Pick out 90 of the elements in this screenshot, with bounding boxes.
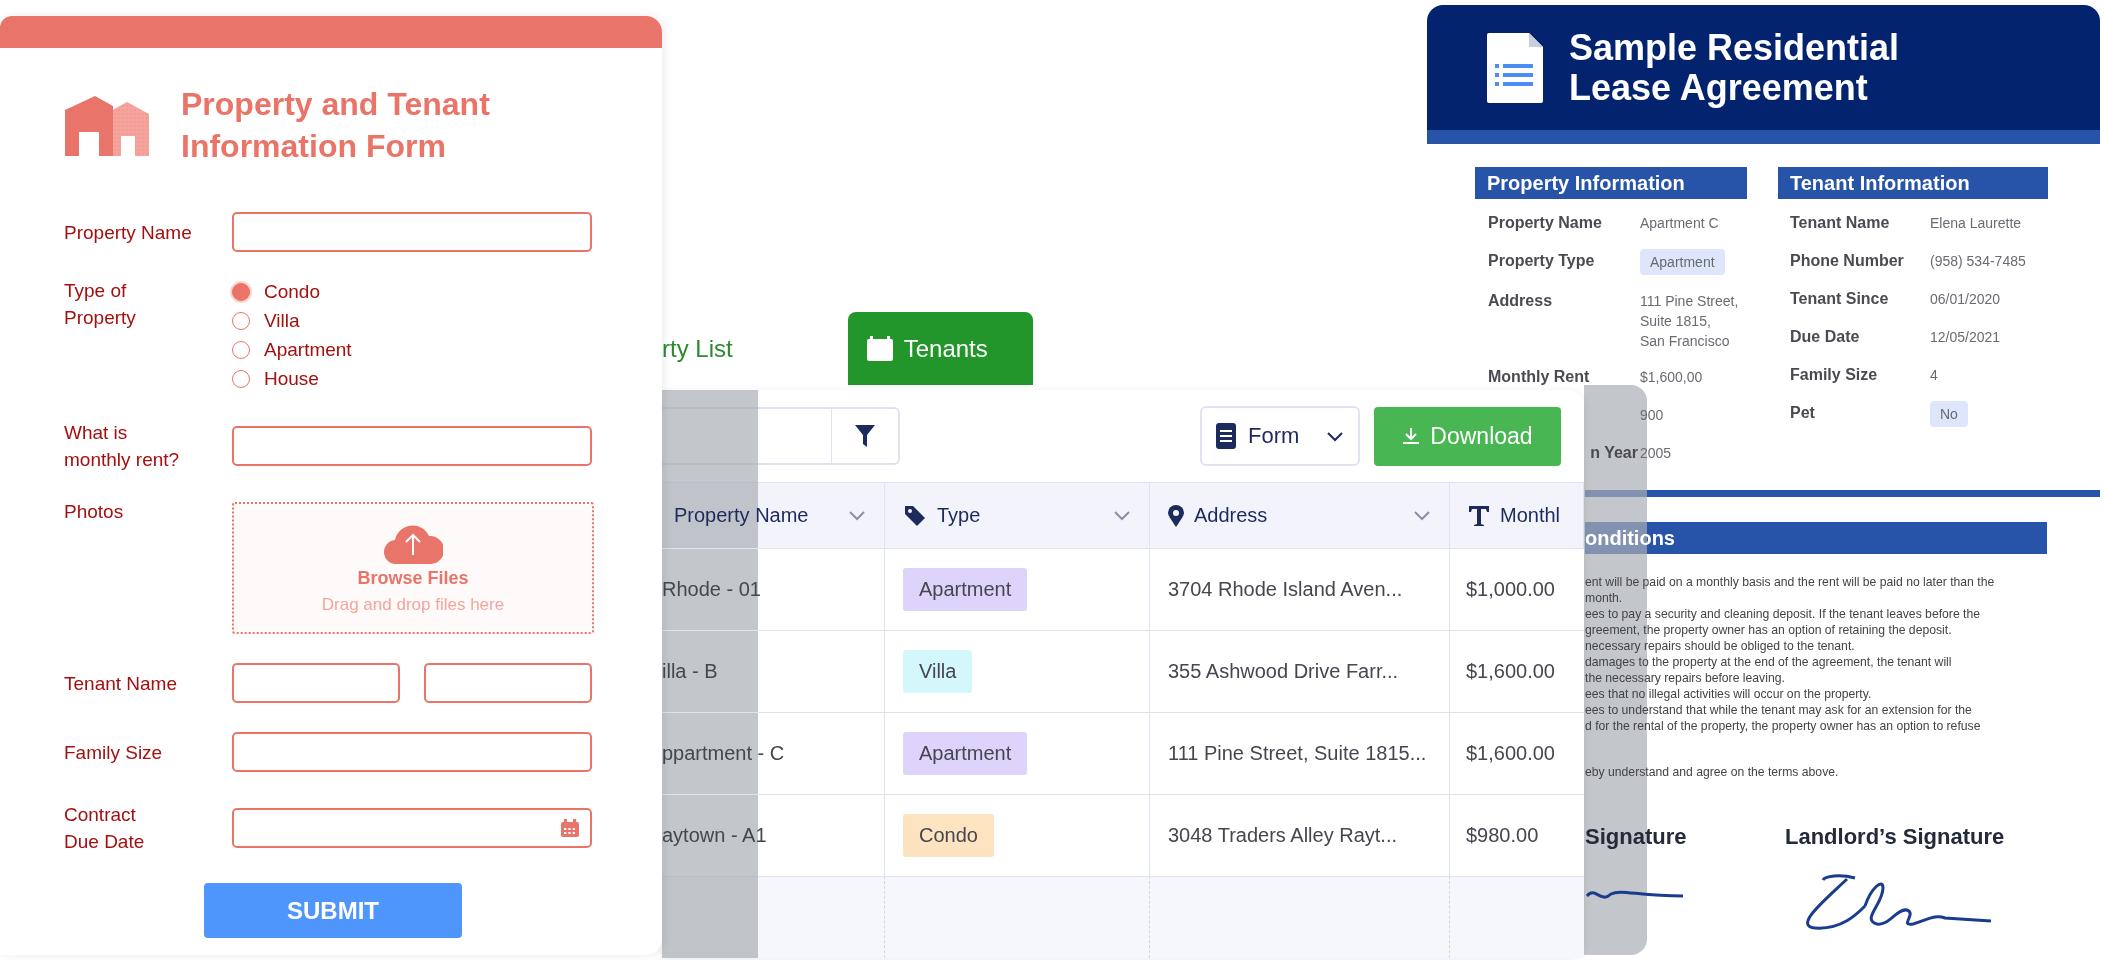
signature-label: Signature (1585, 824, 1688, 850)
chevron-down-icon (1326, 430, 1344, 442)
terms-line: ees to pay a security and cleaning deposit. If the tenant leaves before the (1585, 606, 1981, 622)
table-cell: 111 Pine Street, Suite 1815... (1150, 712, 1450, 794)
type-tag: Apartment (903, 568, 1028, 611)
radio-button[interactable] (232, 312, 250, 330)
input-field[interactable] (424, 663, 592, 703)
document-icon (1216, 423, 1236, 449)
radio-option[interactable]: Apartment (232, 339, 352, 361)
field-label: Address (1488, 292, 1553, 309)
terms-line: the necessary repairs before leaving. (1585, 670, 1786, 686)
document-icon (1487, 32, 1543, 103)
field-label: Family Size (64, 740, 164, 765)
terms-line: d for the rental of the property, the property owner has an option to refuse (1585, 718, 1982, 734)
terms-line: damages to the property at the end of the agreement, the tenant will (1585, 654, 1953, 670)
tab[interactable]: Tenants (847, 312, 1033, 385)
signature-label: Landlord’s Signature (1785, 824, 2005, 850)
column-header[interactable]: Type (885, 482, 1150, 548)
field-value: 06/01/2020 (1930, 290, 2001, 309)
drop-hint: Drag and drop files here (321, 594, 505, 615)
input-field[interactable] (232, 663, 400, 703)
type-tag: Apartment (903, 732, 1028, 775)
tag-icon (903, 503, 927, 528)
table-cell: 3704 Rhode Island Aven... (1150, 548, 1450, 630)
calendar-icon (560, 818, 580, 838)
field-label: Phone Number (1790, 252, 1904, 269)
terms-line: necessary repairs should be obliged to the tenant. (1585, 638, 1856, 654)
radio-button[interactable] (232, 283, 250, 301)
field-value: Elena Laurette (1930, 214, 2022, 233)
house-icon (65, 96, 149, 156)
filter-icon (854, 424, 876, 448)
field-label: Due Date (1790, 328, 1860, 345)
table-cell: $1,000.00 (1450, 548, 1584, 630)
column-header[interactable]: Address (1150, 482, 1450, 548)
field-label: Type of Property (64, 279, 137, 330)
form-title: Property and Tenant Information Form (181, 85, 490, 166)
terms-line: ent will be paid on a monthly basis and the rent will be paid no later than the (1585, 574, 1996, 590)
view-dropdown[interactable]: Form (1200, 406, 1360, 466)
field-label: Contract Due Date (64, 803, 146, 854)
field-label: What is monthly rent? (64, 421, 181, 472)
field-label: Family Size (1790, 366, 1878, 383)
radio-button[interactable] (232, 341, 250, 359)
field-label: n Year (1590, 444, 1638, 461)
field-label: Tenant Name (64, 671, 178, 696)
terms-line: eby understand and agree on the terms above. (1585, 764, 1840, 780)
field-label: Photos (64, 500, 125, 524)
radio-option[interactable]: House (232, 368, 352, 390)
input-field[interactable] (232, 732, 592, 772)
date-field[interactable] (232, 808, 592, 848)
value-tag: No (1930, 401, 1968, 427)
tab[interactable]: rty List (662, 312, 753, 385)
field-label: Property Name (1488, 214, 1602, 231)
section-heading: Tenant Information (1778, 167, 2048, 199)
type-tag: Villa (903, 650, 973, 693)
radio-button[interactable] (232, 370, 250, 388)
download-icon (1402, 427, 1421, 445)
radio-option[interactable]: Condo (232, 281, 352, 303)
field-value: Apartment C (1640, 214, 1719, 233)
document-title: Sample Residential Lease Agreement (1569, 27, 1900, 108)
field-value: (958) 534-7485 (1930, 252, 2026, 271)
terms-line: ees to understand that while the tenant may ask for an extension for the (1585, 702, 1973, 718)
field-label: Monthly Rent (1488, 368, 1590, 385)
column-header[interactable]: Monthl (1450, 482, 1584, 548)
field-label: Property Type (1488, 252, 1595, 269)
terms-line: month. (1585, 590, 1624, 606)
field-value: $1,600,00 (1640, 368, 1703, 387)
field-value: 900 (1640, 406, 1664, 425)
value-tag: Apartment (1640, 249, 1725, 275)
field-label: Tenant Name (1790, 214, 1890, 231)
text-icon (1468, 504, 1490, 527)
field-value: 12/05/2021 (1930, 328, 2001, 347)
input-field[interactable] (232, 426, 592, 466)
type-tag: Condo (903, 814, 994, 857)
input-field[interactable] (232, 212, 592, 252)
calendar-icon (865, 335, 894, 362)
radio-option[interactable]: Villa (232, 310, 352, 332)
filter-button[interactable] (832, 407, 900, 465)
field-value: 2005 (1640, 444, 1672, 463)
field-label: Property Name (64, 220, 193, 245)
table-cell: 355 Ashwood Drive Farr... (1150, 630, 1450, 712)
field-value: 4 (1930, 366, 1938, 385)
table-cell: $1,600.00 (1450, 712, 1584, 794)
location-pin-icon (1168, 504, 1184, 527)
terms-line: greement, the property owner has an option of retaining the deposit. (1585, 622, 1953, 638)
section-heading: Property Information (1475, 167, 1747, 199)
field-value: 111 Pine Street, Suite 1815, San Francisco (1640, 292, 1739, 351)
terms-line: ees that no illegal activities will occur on the property. (1585, 686, 1873, 702)
table-cell: $1,600.00 (1450, 630, 1584, 712)
field-label: Pet (1790, 404, 1815, 421)
field-label: Tenant Since (1790, 290, 1889, 307)
